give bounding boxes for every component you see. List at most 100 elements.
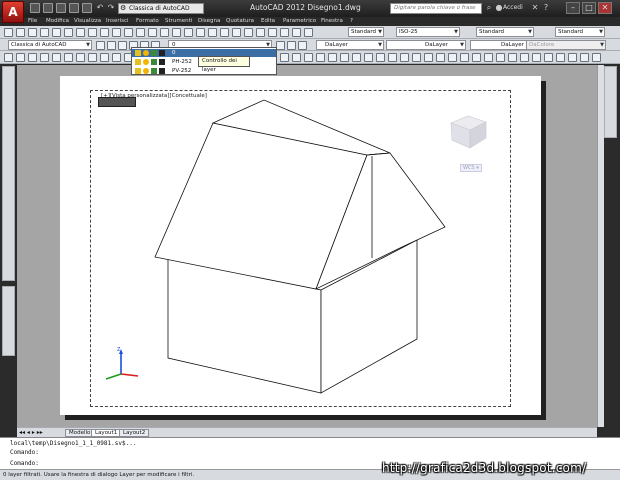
standard-tool-icon[interactable] [76, 28, 85, 37]
menu-finestra[interactable]: Finestra [321, 18, 343, 24]
menu-inserisci[interactable]: Inserisci [106, 18, 129, 24]
dimension-tool-icon[interactable] [436, 53, 445, 62]
tab-nav-arrows[interactable]: ◂◂ ◂ ▸ ▸▸ [19, 429, 43, 436]
dimension-tool-icon[interactable] [424, 53, 433, 62]
standard-tool-icon[interactable] [4, 28, 13, 37]
redo-icon[interactable]: ↷ [106, 3, 116, 13]
dimension-tool-icon[interactable] [64, 53, 73, 62]
lightbulb-icon[interactable] [135, 59, 141, 65]
menu-file[interactable]: File [28, 18, 37, 24]
tab-layout2[interactable]: Layout2 [119, 429, 150, 437]
dimension-tool-icon[interactable] [88, 53, 97, 62]
dimension-tool-icon[interactable] [4, 53, 13, 62]
dimension-tool-icon[interactable] [364, 53, 373, 62]
dimension-tool-icon[interactable] [448, 53, 457, 62]
standard-tool-icon[interactable] [112, 28, 121, 37]
standard-tool-icon[interactable] [52, 28, 61, 37]
help-icon[interactable]: ? [541, 3, 551, 13]
standard-tool-icon[interactable] [268, 28, 277, 37]
standard-tool-icon[interactable] [172, 28, 181, 37]
dimension-tool-icon[interactable] [340, 53, 349, 62]
standard-tool-icon[interactable] [100, 28, 109, 37]
menu-edita[interactable]: Edita [261, 18, 275, 24]
dimension-tool-icon[interactable] [520, 53, 529, 62]
application-menu-button[interactable]: A [2, 1, 24, 23]
workspace-toolbar-dropdown[interactable]: Classica di AutoCAD [8, 40, 92, 50]
sun-icon[interactable] [143, 50, 149, 56]
menu-help[interactable]: ? [350, 18, 353, 24]
dimension-tool-icon[interactable] [292, 53, 301, 62]
standard-tool-icon[interactable] [124, 28, 133, 37]
undo-icon[interactable]: ↶ [95, 3, 105, 13]
dimension-tool-icon[interactable] [112, 53, 121, 62]
dimension-tool-icon[interactable] [460, 53, 469, 62]
dimension-tool-icon[interactable] [412, 53, 421, 62]
menu-quotatura[interactable]: Quotatura [226, 18, 254, 24]
standard-tool-icon[interactable] [16, 28, 25, 37]
standard-tool-icon[interactable] [220, 28, 229, 37]
open-file-icon[interactable] [43, 3, 53, 13]
dimension-tool-icon[interactable] [328, 53, 337, 62]
menu-parametrico[interactable]: Parametrico [283, 18, 316, 24]
layer-tool-icon[interactable] [287, 41, 296, 50]
dimension-tool-icon[interactable] [52, 53, 61, 62]
layer-tool-icon[interactable] [276, 41, 285, 50]
minimize-button[interactable]: – [566, 2, 580, 14]
menu-strumenti[interactable]: Strumenti [165, 18, 192, 24]
lock-icon[interactable] [151, 50, 157, 56]
multileader-style-dropdown[interactable]: Standard [555, 27, 605, 37]
lightbulb-icon[interactable] [135, 68, 141, 74]
workspace-dropdown[interactable]: Classica di AutoCAD [118, 3, 204, 14]
exchange-icon[interactable]: ✕ [530, 3, 540, 13]
new-file-icon[interactable] [30, 3, 40, 13]
dimension-tool-icon[interactable] [76, 53, 85, 62]
dimension-tool-icon[interactable] [100, 53, 109, 62]
print-icon[interactable] [82, 3, 92, 13]
linetype-dropdown[interactable]: DaLayer [386, 40, 466, 50]
standard-tool-icon[interactable] [28, 28, 37, 37]
standard-tool-icon[interactable] [304, 28, 313, 37]
standard-tool-icon[interactable] [244, 28, 253, 37]
viewcube[interactable] [446, 108, 491, 153]
lock-icon[interactable] [151, 68, 157, 74]
sign-in-link[interactable]: Accedi [503, 4, 523, 11]
command-prompt[interactable]: Comando: [10, 460, 39, 467]
maximize-button[interactable]: □ [582, 2, 596, 14]
sun-icon[interactable] [143, 59, 149, 65]
standard-tool-icon[interactable] [208, 28, 217, 37]
dimension-tool-icon[interactable] [400, 53, 409, 62]
dimension-tool-icon[interactable] [304, 53, 313, 62]
lightbulb-icon[interactable] [135, 50, 141, 56]
lock-icon[interactable] [151, 59, 157, 65]
tab-modello[interactable]: Modello [65, 429, 95, 437]
dimension-tool-icon[interactable] [40, 53, 49, 62]
dimension-tool-icon[interactable] [28, 53, 37, 62]
dimension-tool-icon[interactable] [472, 53, 481, 62]
dimension-tool-icon[interactable] [388, 53, 397, 62]
tab-layout1[interactable]: Layout1 [91, 429, 122, 437]
menu-disegna[interactable]: Disegna [198, 18, 220, 24]
menu-formato[interactable]: Formato [136, 18, 159, 24]
dimension-tool-icon[interactable] [496, 53, 505, 62]
standard-tool-icon[interactable] [280, 28, 289, 37]
wcs-menu[interactable]: WCS ▾ [460, 164, 482, 172]
dimension-tool-icon[interactable] [316, 53, 325, 62]
dim-style-dropdown[interactable]: ISO-25 [396, 27, 460, 37]
workspace-tool-icon[interactable] [107, 41, 116, 50]
text-style-dropdown[interactable]: Standard [348, 27, 384, 37]
save-as-icon[interactable] [69, 3, 79, 13]
dimension-tool-icon[interactable] [376, 53, 385, 62]
menu-visualizza[interactable]: Visualizza [74, 18, 101, 24]
standard-tool-icon[interactable] [292, 28, 301, 37]
dimension-tool-icon[interactable] [580, 53, 589, 62]
standard-tool-icon[interactable] [148, 28, 157, 37]
help-search-input[interactable]: Digitare parola chiave o frase [390, 3, 482, 14]
dimension-tool-icon[interactable] [532, 53, 541, 62]
standard-tool-icon[interactable] [196, 28, 205, 37]
standard-tool-icon[interactable] [160, 28, 169, 37]
save-icon[interactable] [56, 3, 66, 13]
dimension-tool-icon[interactable] [352, 53, 361, 62]
sun-icon[interactable] [143, 68, 149, 74]
dimension-tool-icon[interactable] [592, 53, 601, 62]
dimension-tool-icon[interactable] [568, 53, 577, 62]
